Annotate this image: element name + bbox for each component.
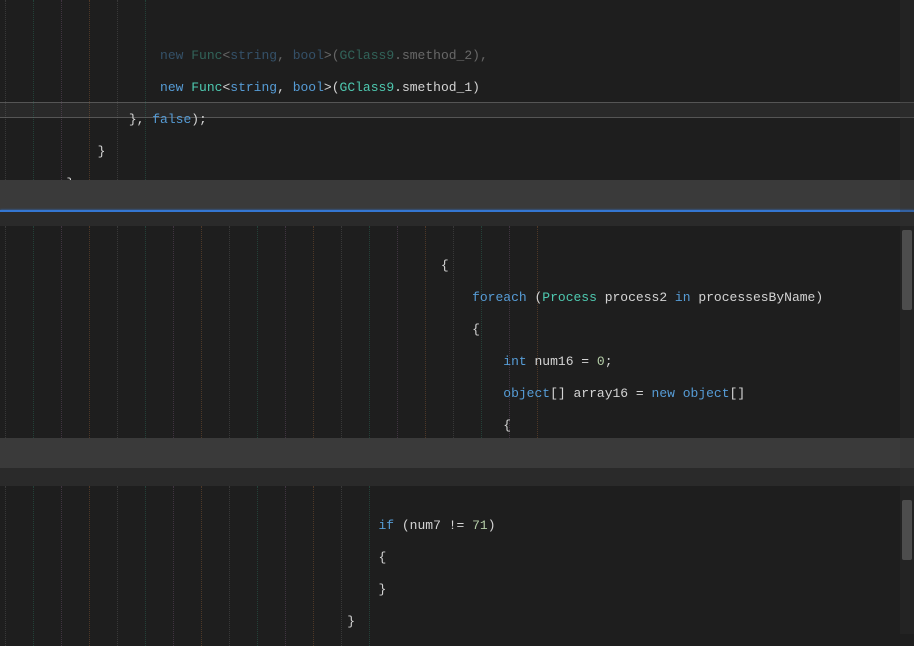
code-section-1[interactable]: new Func<string, bool>(GClass9.smethod_2… (0, 0, 914, 180)
vertical-scrollbar[interactable] (900, 0, 914, 634)
section-divider (0, 438, 914, 468)
section-divider (0, 212, 914, 226)
scrollbar-thumb[interactable] (902, 500, 912, 560)
code-section-2[interactable]: { foreach (Process process2 in processes… (0, 226, 914, 438)
scrollbar-thumb[interactable] (902, 230, 912, 310)
code-section-3[interactable]: if (num7 != 71) { } } (0, 486, 914, 646)
section-divider (0, 180, 914, 210)
section-divider (0, 468, 914, 486)
